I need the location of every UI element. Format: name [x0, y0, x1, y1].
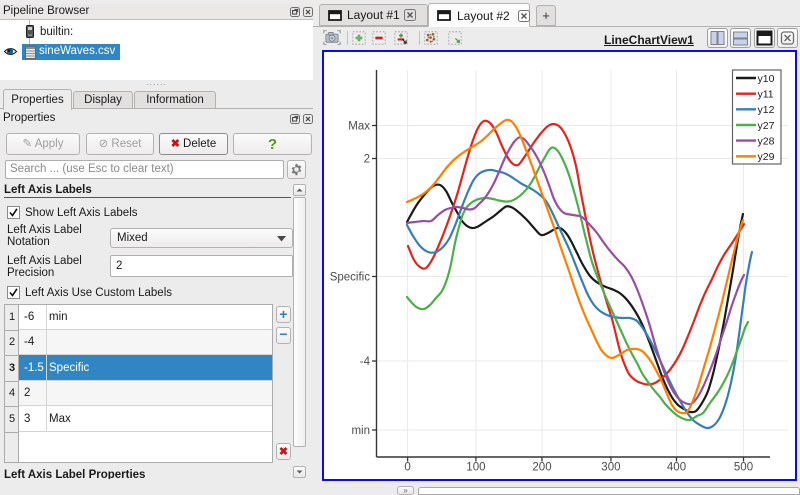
- svg-text:300: 300: [601, 462, 620, 474]
- svg-text:y28: y28: [758, 135, 775, 147]
- svg-text:min: min: [351, 425, 370, 437]
- svg-text:100: 100: [466, 462, 485, 474]
- svg-text:y27: y27: [758, 120, 775, 132]
- svg-text:y11: y11: [758, 89, 774, 101]
- svg-text:Max: Max: [348, 121, 370, 133]
- svg-text:200: 200: [532, 462, 551, 474]
- svg-text:Specific: Specific: [330, 272, 371, 284]
- svg-text:0: 0: [404, 462, 410, 474]
- svg-text:400: 400: [667, 462, 686, 474]
- svg-text:500: 500: [734, 462, 753, 474]
- svg-text:y12: y12: [758, 104, 775, 116]
- svg-text:y10: y10: [758, 73, 775, 85]
- svg-text:-4: -4: [360, 356, 371, 368]
- svg-text:y29: y29: [758, 151, 775, 163]
- svg-text:2: 2: [364, 154, 370, 166]
